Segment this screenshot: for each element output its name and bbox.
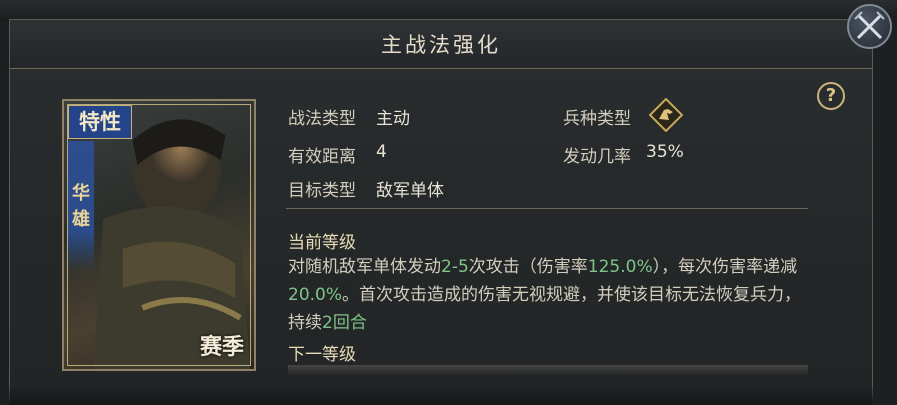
target-type-label: 目标类型 <box>288 181 356 201</box>
trigger-rate-value: 35% <box>646 142 684 162</box>
dialog-title: 主战法强化 <box>381 33 501 57</box>
card-frame <box>67 104 251 366</box>
desc-text: 次攻击（伤害率 <box>468 257 588 277</box>
trait-badge: 特性 <box>68 105 132 139</box>
question-mark-icon: ? <box>825 85 837 106</box>
next-level-description-cutoff <box>288 365 808 375</box>
close-button[interactable] <box>847 4 892 49</box>
desc-duration: 2回合 <box>322 313 367 333</box>
desc-damage-rate: 125.0% <box>587 257 653 277</box>
dialog-titlebar: 主战法强化 <box>10 20 872 69</box>
desc-text: 对随机敌军单体发动 <box>288 257 441 277</box>
tactic-type-value: 主动 <box>376 109 410 129</box>
current-level-description: 对随机敌军单体发动2-5次攻击（伤害率125.0%），每次伤害率递减20.0%。… <box>288 253 808 337</box>
troop-type-label: 兵种类型 <box>563 109 631 129</box>
range-label: 有效距离 <box>288 147 356 167</box>
trigger-rate-label: 发动几率 <box>563 147 631 167</box>
desc-decrease-rate: 20.0% <box>288 285 343 305</box>
season-label: 赛季 <box>199 335 244 360</box>
desc-attack-count: 2-5 <box>441 257 469 277</box>
general-name: 华雄 <box>72 183 90 230</box>
help-button[interactable]: ? <box>817 82 845 110</box>
current-level-heading: 当前等级 <box>288 233 356 253</box>
desc-text: ），每次伤害率递减 <box>652 257 798 277</box>
target-type-value: 敌军单体 <box>376 181 444 201</box>
range-value: 4 <box>376 142 387 162</box>
tactic-type-label: 战法类型 <box>288 109 356 129</box>
section-divider <box>286 208 808 209</box>
troop-type-icon <box>649 98 683 132</box>
general-card[interactable]: 特性 华雄 赛季 <box>62 99 256 371</box>
crossed-swords-close-icon <box>854 11 885 40</box>
next-level-heading: 下一等级 <box>288 345 356 365</box>
scroll-fade <box>9 384 873 405</box>
